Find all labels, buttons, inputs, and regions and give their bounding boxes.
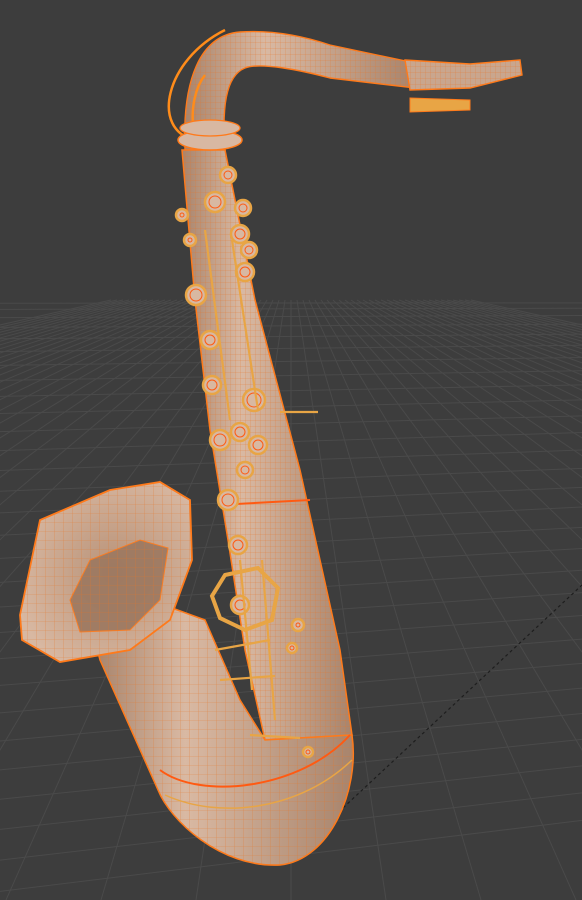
key-cup: [301, 745, 315, 759]
key-cup: [203, 190, 227, 214]
axis-line: [329, 584, 582, 821]
key-cup: [239, 240, 259, 260]
key-cup: [229, 223, 251, 245]
grid-line: [332, 299, 582, 541]
grid-line: [422, 299, 582, 350]
grid-line: [416, 299, 582, 354]
key-cup: [229, 594, 251, 616]
grid-line: [434, 299, 582, 342]
key-cup: [290, 617, 306, 633]
viewport-canvas[interactable]: [0, 0, 582, 900]
key-cup: [174, 207, 190, 223]
key-cup: [233, 198, 253, 218]
grid-line: [338, 299, 582, 506]
key-cup: [216, 488, 240, 512]
key-cup: [241, 387, 267, 413]
grid-line: [344, 299, 582, 479]
grid-line: [392, 299, 582, 376]
key-cup: [227, 534, 249, 556]
3d-viewport[interactable]: [0, 0, 582, 900]
key-cup: [247, 434, 269, 456]
key-cup: [199, 329, 221, 351]
key-cup: [235, 460, 255, 480]
key-cup: [208, 428, 232, 452]
grid-line: [380, 299, 582, 391]
grid-line: [308, 299, 577, 900]
key-cup: [184, 283, 208, 307]
key-cup: [201, 374, 223, 396]
key-cup: [229, 421, 251, 443]
key-cup: [218, 165, 238, 185]
grid-line: [428, 299, 582, 346]
key-cup: [182, 232, 198, 248]
grid-line: [470, 299, 582, 326]
key-cup: [285, 641, 299, 655]
